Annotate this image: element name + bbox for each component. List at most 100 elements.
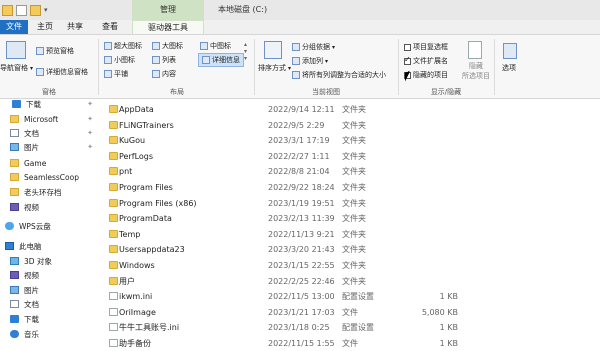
layout-extra-large-icons[interactable]: 超大图标 [104,41,142,51]
navigation-pane-button[interactable]: 导航窗格 ▾ [0,63,33,73]
tab-drive-tools[interactable]: 驱动器工具 [132,20,204,34]
add-column-button[interactable]: 添加列 ▾ [292,56,328,66]
layout-tiles[interactable]: 平铺 [104,69,128,79]
tab-home[interactable]: 主页 [30,20,60,34]
file-name: Program Files (x86) [119,198,197,208]
file-type: 文件夹 [342,229,366,239]
documents-icon [10,300,19,308]
3d-objects-icon [10,257,19,265]
layout-details[interactable]: 详细信息 [198,53,244,67]
expand-icon[interactable]: ▾ [244,55,247,62]
file-row[interactable]: OriImage 2023/1/21 17:03 文件 5,080 KB [104,305,600,320]
nav-item[interactable]: Game [0,156,97,170]
file-date: 2022/11/15 1:55 [268,339,335,348]
properties-icon[interactable] [16,4,27,16]
file-row[interactable]: Windows 2023/1/15 22:55 文件夹 [104,258,600,273]
file-name: ProgramData [119,214,172,224]
nav-item-label: Game [24,158,47,168]
folder-icon [10,159,19,167]
file-row[interactable]: Program Files 2022/9/22 18:24 文件夹 [104,180,600,195]
file-row[interactable]: AppData 2022/9/14 12:11 文件夹 [104,102,600,117]
file-date: 2023/1/15 22:55 [268,261,335,270]
app-icon[interactable] [2,4,13,16]
layout-large-icons[interactable]: 大图标 [152,41,183,51]
file-row[interactable]: Program Files (x86) 2023/1/19 19:51 文件夹 [104,196,600,211]
file-size [404,180,458,195]
new-folder-icon[interactable] [30,4,41,16]
layout-scroll-arrows[interactable]: ▴ ▾ ▾ [244,41,247,62]
file-row[interactable]: ProgramData 2023/2/13 11:39 文件夹 [104,211,600,226]
file-row[interactable]: 助手备份 2022/11/15 1:55 文件 1 KB [104,336,600,351]
nav-item[interactable]: 图片 ✦ [0,140,97,154]
nav-item[interactable]: 下载 ✦ [0,97,97,111]
nav-item[interactable]: 3D 对象 [0,254,97,268]
file-row[interactable]: Usersappdata23 2023/3/20 21:43 文件夹 [104,242,600,257]
nav-item[interactable]: SeamlessCoop [0,170,97,184]
pin-icon: ✦ [87,100,93,108]
file-row[interactable]: 用户 2022/2/25 22:46 文件夹 [104,274,600,289]
item-checkboxes-checkbox[interactable] [404,43,411,51]
tab-file[interactable]: 文件 [0,20,28,34]
file-row[interactable]: ikwm.ini 2022/11/5 13:00 配置设置 1 KB [104,289,600,304]
folder-icon [109,261,118,269]
tab-view[interactable]: 查看 [90,20,130,34]
options-button[interactable]: 选项 [502,63,516,73]
nav-item[interactable]: 下载 [0,312,97,326]
file-row[interactable]: Temp 2022/11/13 9:21 文件夹 [104,227,600,242]
layout-list[interactable]: 列表 [152,55,176,65]
file-row[interactable]: PerfLogs 2022/2/27 1:11 文件夹 [104,149,600,164]
navigation-pane-icon[interactable] [6,41,26,59]
manage-contextual-tab[interactable]: 管理 [132,0,204,20]
item-checkboxes-toggle[interactable]: 项目复选框 [404,42,448,52]
preview-pane-button[interactable]: 预览窗格 [36,46,74,56]
layout-small-icons[interactable]: 小图标 [104,55,135,65]
layout-medium-icons[interactable]: 中图标 [200,41,231,51]
file-size [404,274,458,289]
options-icon[interactable] [503,43,517,59]
ribbon-separator [254,39,255,95]
size-columns-to-fit-button[interactable]: 将所有列调整为合适的大小 [292,70,386,80]
file-extensions-toggle[interactable]: 文件扩展名 [404,55,448,66]
file-row[interactable]: 牛牛工具账号.ini 2023/1/18 0:25 配置设置 1 KB [104,320,600,335]
file-row[interactable]: FLiNGTrainers 2022/9/5 2:29 文件夹 [104,118,600,133]
nav-item[interactable]: 老头环存档 [0,185,97,199]
nav-item[interactable]: Microsoft ✦ [0,112,97,126]
scroll-up-icon[interactable]: ▴ [244,41,247,48]
sort-by-icon[interactable] [264,41,282,59]
tab-share[interactable]: 共享 [60,20,90,34]
details-icon [202,56,210,64]
nav-item[interactable]: 视频 [0,268,97,282]
nav-item-label: 音乐 [24,329,39,339]
sort-by-button[interactable]: 排序方式 ▾ [258,63,291,73]
nav-item[interactable]: 视频 [0,200,97,214]
file-size: 1 KB [439,323,458,333]
nav-item-label: 视频 [24,270,39,280]
file-row[interactable]: KuGou 2023/3/1 17:19 文件夹 [104,133,600,148]
folder-icon [109,245,118,254]
details-pane-button[interactable]: 详细信息窗格 [36,67,88,77]
nav-item[interactable]: 此电脑 [0,239,97,253]
nav-item[interactable]: WPS云盘 [0,219,97,233]
nav-item[interactable]: 音乐 [0,327,97,341]
nav-item-label: 3D 对象 [24,256,52,266]
file-row[interactable]: pnt 2022/8/8 21:04 文件夹 [104,164,600,179]
quick-access-toolbar: ▾ [2,3,48,17]
nav-item[interactable]: 图片 [0,283,97,297]
qat-dropdown-icon[interactable]: ▾ [44,6,48,14]
scroll-down-icon[interactable]: ▾ [244,48,247,55]
nav-item[interactable]: 文档 [0,297,97,311]
nav-item-label: 老头环存档 [24,187,62,197]
file-type: 文件夹 [342,167,366,177]
layout-content[interactable]: 内容 [152,69,176,79]
nav-item-label: 视频 [24,202,39,212]
file-extensions-checkbox[interactable] [404,55,411,65]
download-icon [10,315,19,323]
folder-icon [109,183,118,191]
hide-selected-icon[interactable] [468,41,482,59]
file-name: AppData [119,105,154,114]
nav-item[interactable]: 文档 ✦ [0,126,97,140]
hide-selected-button[interactable]: 隐藏 所选项目 [462,61,490,81]
hidden-items-toggle[interactable]: 隐藏的项目 [404,69,448,80]
folder-icon [109,105,118,113]
group-by-button[interactable]: 分组依据 ▾ [292,42,335,52]
